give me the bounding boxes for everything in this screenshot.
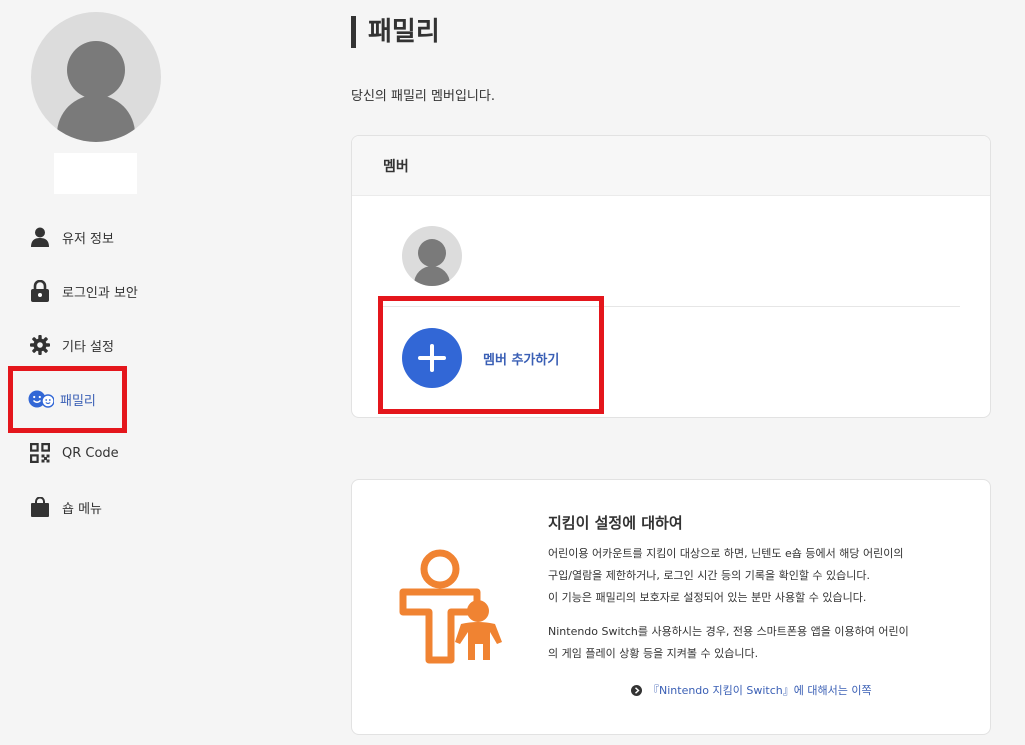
chevron-right-icon [631, 684, 642, 696]
parental-control-info-card: 지킴이 설정에 대하여 어린이용 어카운트를 지킴이 대상으로 하면, 닌텐도 … [351, 479, 991, 735]
info-paragraph-2: Nintendo Switch를 사용하시는 경우, 전용 스마트폰용 앱을 이… [548, 625, 909, 660]
info-paragraph-1: 어린이용 어카운트를 지킴이 대상으로 하면, 닌텐도 e숍 등에서 해당 어린… [548, 547, 904, 604]
lock-icon [30, 280, 50, 302]
sidebar-item-label: 숍 메뉴 [62, 501, 103, 517]
sidebar-item-user-info[interactable]: 유저 정보 [30, 219, 114, 255]
sidebar-item-qr-code[interactable]: QR Code [30, 435, 119, 471]
page-description: 당신의 패밀리 멤버입니다. [351, 89, 495, 104]
qr-code-icon [30, 443, 50, 463]
sidebar-item-login-security[interactable]: 로그인과 보안 [30, 273, 138, 309]
parental-guardian-icon [398, 548, 510, 666]
family-highlight-box [8, 366, 127, 433]
page-title: 패밀리 [351, 16, 440, 48]
sidebar-item-label: QR Code [62, 445, 119, 461]
sidebar-item-label: 유저 정보 [62, 231, 114, 247]
profile-name-box [54, 153, 137, 194]
gear-icon [30, 335, 50, 355]
user-icon [30, 227, 50, 247]
info-card-title: 지킴이 설정에 대하여 [548, 514, 683, 532]
sidebar-item-other-settings[interactable]: 기타 설정 [30, 327, 114, 363]
profile-avatar [31, 12, 161, 142]
member-avatar[interactable] [402, 226, 462, 286]
sidebar-item-label: 기타 설정 [62, 339, 114, 355]
link-label: 『Nintendo 지킴이 Switch』에 대해서는 이쪽 [648, 684, 872, 697]
nintendo-parental-controls-link[interactable]: 『Nintendo 지킴이 Switch』에 대해서는 이쪽 [631, 682, 872, 698]
sidebar-item-label: 로그인과 보안 [62, 285, 138, 301]
shopping-bag-icon [30, 497, 50, 517]
sidebar-item-shop-menu[interactable]: 숍 메뉴 [30, 489, 102, 525]
add-member-highlight-box [378, 296, 604, 414]
members-card-header: 멤버 [352, 136, 990, 196]
